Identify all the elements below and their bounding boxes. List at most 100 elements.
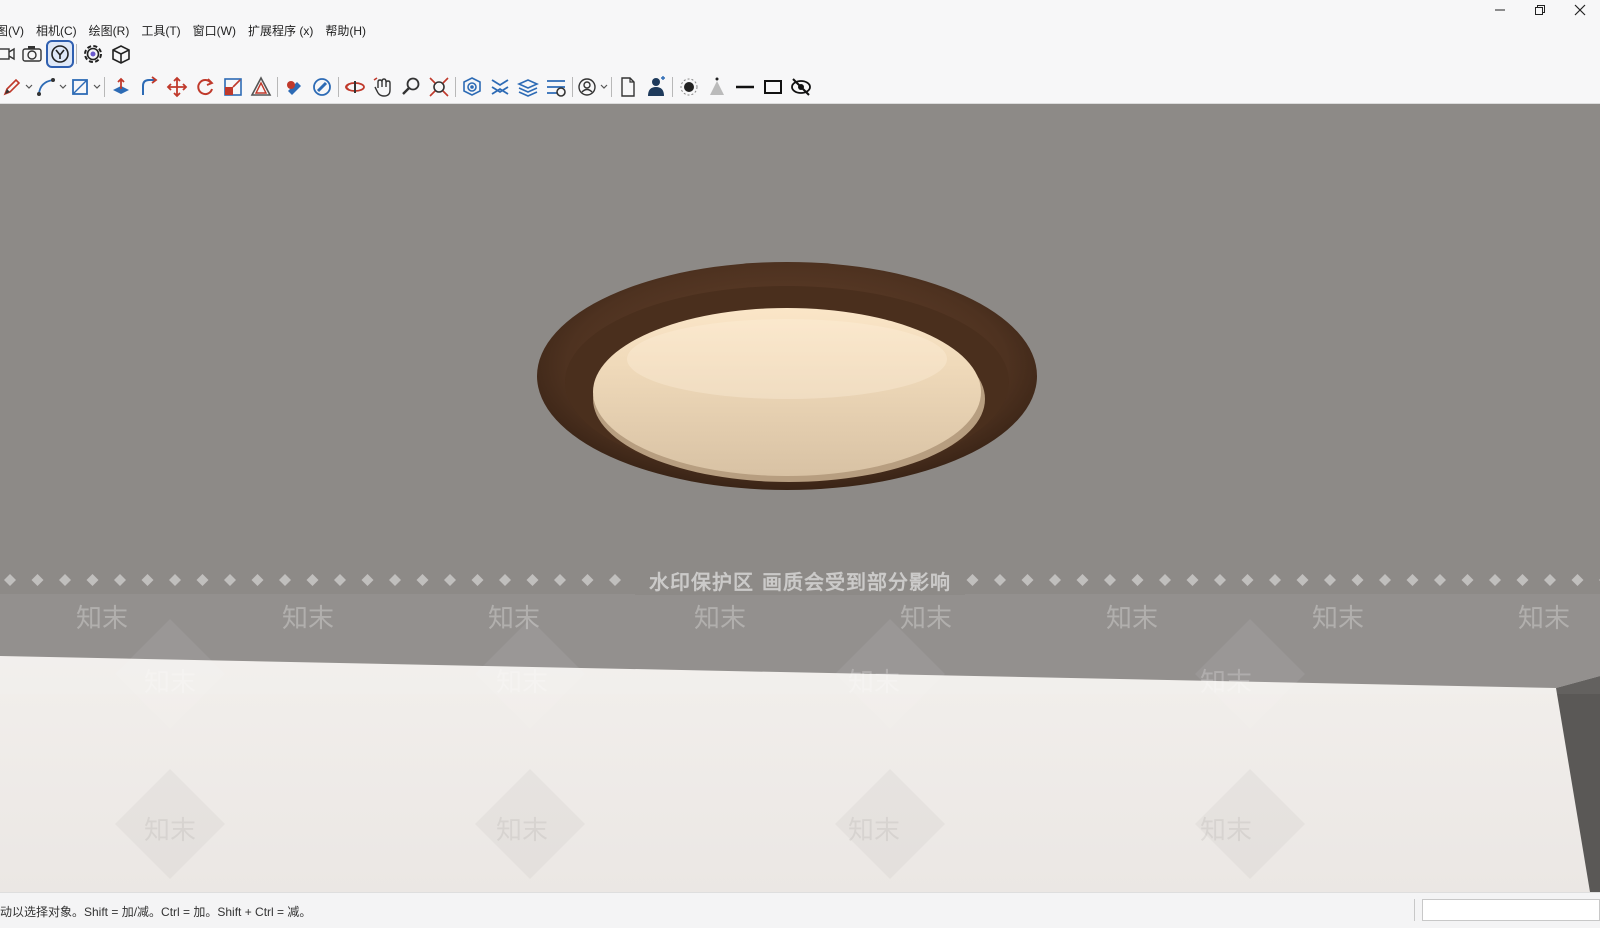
styles-button[interactable] [542,73,570,101]
pencil-button[interactable] [0,73,24,101]
section-plane-icon [463,76,481,96]
document-button[interactable] [614,73,642,101]
menu-window[interactable]: 窗口(W) [193,22,236,39]
scale-icon [224,77,242,96]
rectangle-tool-group[interactable] [68,73,102,101]
shadow-icon [680,78,698,95]
settings-gear-icon [84,45,102,63]
person-button[interactable] [642,73,670,101]
menu-draw[interactable]: 绘图(R) [89,22,130,39]
status-hint: 动以选择对象。Shift = 加/减。Ctrl = 加。Shift + Ctrl… [0,905,312,919]
zoom-extents-button[interactable] [425,73,453,101]
section-plane-button[interactable] [458,73,486,101]
orbit-icon [344,80,365,93]
layers-icon [517,78,539,97]
hide-icon [791,77,811,96]
move-button[interactable] [163,73,191,101]
zoom-button[interactable] [397,73,425,101]
line-icon [736,85,754,88]
follow-me-button[interactable] [135,73,163,101]
follow-me-icon [142,75,158,95]
menu-extensions[interactable]: 扩展程序 (x) [248,22,313,39]
arc-icon [37,77,55,96]
chevron-down-icon[interactable] [58,73,68,101]
restore-button[interactable] [1520,0,1560,20]
toolbar-separator [76,44,77,64]
menu-bar: 图(V) 相机(C) 绘图(R) 工具(T) 窗口(W) 扩展程序 (x) 帮助… [0,0,1600,38]
chevron-down-icon[interactable] [92,73,102,101]
offset-icon [250,75,272,96]
scale-button[interactable] [219,73,247,101]
layers-button[interactable] [514,73,542,101]
diffuser-highlight [627,319,947,399]
fog-icon [710,77,724,95]
menu-help[interactable]: 帮助(H) [325,22,366,39]
watermark-text: 水印保护区 画质会受到部分影响 [635,565,965,595]
arc-tool-group[interactable] [34,73,68,101]
section-display-icon [491,78,509,95]
push-pull-button[interactable] [107,73,135,101]
pan-button[interactable] [369,73,397,101]
user-tool-group[interactable] [575,73,609,101]
walkthrough-icon [51,45,69,63]
close-icon [1574,4,1586,16]
box-3d-button[interactable] [107,40,135,68]
settings-button[interactable] [79,40,107,68]
line-button[interactable] [731,73,759,101]
toolbar-separator [611,76,612,97]
restore-icon [1535,5,1545,15]
user-button[interactable] [575,73,599,101]
walkthrough-button[interactable] [46,40,74,68]
push-pull-icon [113,77,129,94]
minimize-icon [1495,9,1505,11]
rectangle-button[interactable] [68,73,92,101]
section-display-button[interactable] [486,73,514,101]
pencil-icon [3,78,21,95]
pan-icon [373,76,391,97]
camera-icon [22,46,42,62]
toolbar-separator [672,76,673,97]
paint-icon [287,80,301,95]
minimize-button[interactable] [1480,0,1520,20]
orbit-button[interactable] [341,73,369,101]
offset-button[interactable] [247,73,275,101]
eraser-button[interactable] [308,73,336,101]
main-toolbar [0,70,1600,104]
paint-button[interactable] [280,73,308,101]
shadow-button[interactable] [675,73,703,101]
fog-button[interactable] [703,73,731,101]
camera-views-button[interactable] [0,40,18,68]
chevron-down-icon[interactable] [599,73,609,101]
close-button[interactable] [1560,0,1600,20]
menu-camera[interactable]: 相机(C) [36,22,77,39]
zoom-extents-icon [429,76,449,97]
chevron-down-icon[interactable] [24,73,34,101]
status-separator [1414,899,1415,921]
measurements-input[interactable] [1422,899,1600,921]
camera-views-icon [0,47,15,61]
rotate-button[interactable] [191,73,219,101]
rectangle-icon [72,78,88,95]
status-bar: 动以选择对象。Shift = 加/减。Ctrl = 加。Shift + Ctrl… [0,892,1600,928]
styles-icon [547,79,566,97]
toolbar-separator [338,76,339,97]
frame-button[interactable] [759,73,787,101]
3d-viewport[interactable]: 水印保护区 画质会受到部分影响 知末 知末 知末 知末 知末 知末 知末 知末 … [0,104,1600,892]
document-icon [621,76,635,97]
watermark-band-text: 水印保护区 画质会受到部分影响 [0,565,1600,595]
camera-button[interactable] [18,40,46,68]
hide-button[interactable] [787,73,815,101]
arc-button[interactable] [34,73,58,101]
toolbar-separator [455,76,456,97]
menu-tools[interactable]: 工具(T) [141,22,180,39]
move-icon [166,76,188,97]
ceiling-light-fixture[interactable] [537,262,1037,490]
pencil-tool-group[interactable] [0,73,34,101]
camera-toolbar [0,38,1600,70]
toolbar-separator [104,76,105,97]
box-3d-icon [112,45,130,64]
rotate-icon [197,77,214,95]
window-controls [1480,0,1600,20]
menu-view[interactable]: 图(V) [0,22,24,39]
main-menu: 图(V) 相机(C) 绘图(R) 工具(T) 窗口(W) 扩展程序 (x) 帮助… [0,22,378,39]
